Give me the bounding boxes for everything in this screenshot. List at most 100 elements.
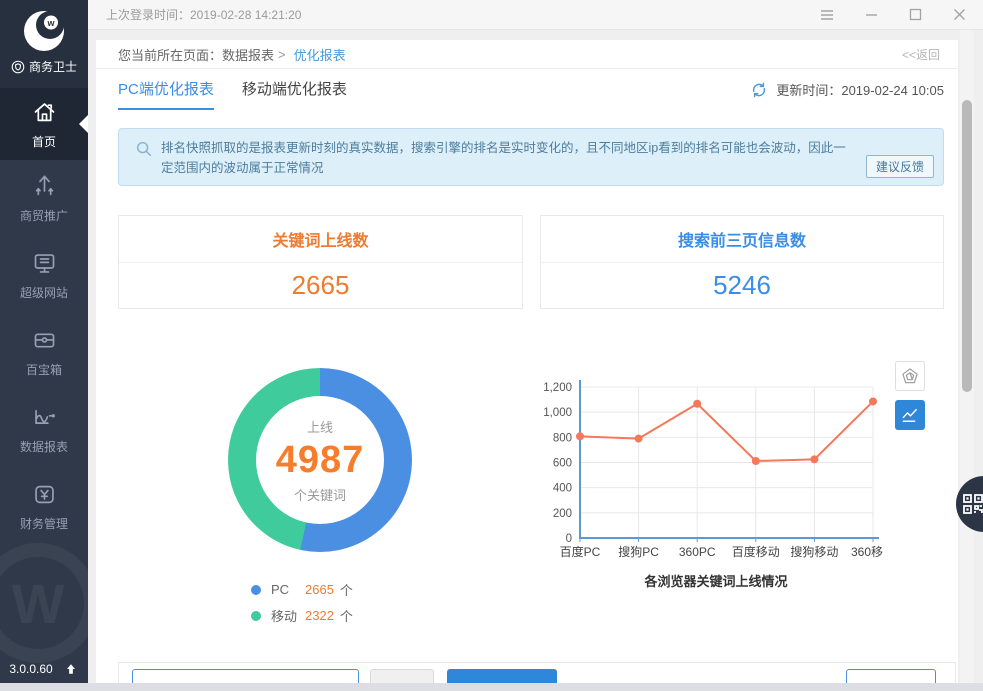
content-panel: 您当前所在页面：数据报表 > 优化报表 <<返回 PC端优化报表 移动端优化报表… [96, 40, 958, 683]
last-login-label: 上次登录时间：2019-02-28 14:21:20 [106, 6, 301, 23]
legend-item-pc[interactable]: PC 2665 个 [251, 580, 353, 599]
legend-value: 2665 [305, 582, 334, 597]
notice-text: 排名快照抓取的是报表更新时刻的真实数据，搜索引擎的排名是实时变化的，且不同地区i… [161, 138, 855, 176]
legend-dot-pc [251, 585, 261, 595]
line-chart-title: 各浏览器关键词上线情况 [566, 571, 866, 590]
upgrade-arrow-icon[interactable] [63, 661, 79, 677]
svg-text:400: 400 [553, 483, 572, 495]
tab-pc-report[interactable]: PC端优化报表 [118, 78, 214, 110]
breadcrumb-section: 数据报表 [222, 45, 274, 64]
sidebar-item-finance[interactable]: 财务管理 [0, 468, 88, 545]
svg-text:百度PC: 百度PC [560, 544, 601, 559]
tabs-bar: PC端优化报表 移动端优化报表 更新时间：2019-02-24 10:05 [96, 78, 958, 114]
report-chart-icon [31, 404, 58, 431]
update-time-label: 更新时间：2019-02-24 10:05 [776, 80, 944, 99]
sidebar-item-home[interactable]: 首页 [0, 88, 88, 160]
brand-watermark: W [0, 543, 88, 663]
keyword-search-input[interactable] [132, 669, 359, 683]
vertical-scrollbar-thumb[interactable] [962, 100, 972, 392]
sidebar: w 商务卫士 首页 [0, 0, 88, 683]
search-button[interactable] [447, 669, 557, 683]
sidebar-item-label: 首页 [32, 133, 56, 150]
svg-text:百度移动: 百度移动 [732, 544, 780, 559]
stat-card-value: 5246 [541, 263, 943, 308]
svg-text:800: 800 [553, 432, 572, 444]
version-label: 3.0.0.60 [9, 662, 52, 676]
breadcrumb-prefix: 您当前所在页面： [118, 45, 222, 64]
stat-card-top3-info: 搜索前三页信息数 5246 [540, 215, 944, 309]
donut-center: 上线 4987 个关键词 [256, 396, 384, 524]
stat-card-title: 关键词上线数 [119, 216, 522, 263]
maximize-icon[interactable] [907, 7, 923, 23]
svg-text:w: w [46, 18, 55, 28]
sidebar-item-label: 商贸推广 [20, 207, 68, 224]
update-time-row: 更新时间：2019-02-24 10:05 [750, 80, 944, 99]
stat-card-keywords-online: 关键词上线数 2665 [118, 215, 523, 309]
sidebar-nav: 首页 商贸推广 超级网站 百宝箱 [0, 88, 88, 545]
app-window: w 商务卫士 首页 [0, 0, 983, 691]
sidebar-item-toolbox[interactable]: 百宝箱 [0, 314, 88, 391]
refresh-icon[interactable] [750, 81, 768, 99]
reset-button[interactable] [370, 669, 434, 683]
donut-chart: 上线 4987 个关键词 [228, 368, 412, 552]
svg-text:搜狗移动: 搜狗移动 [790, 544, 838, 559]
save-image-button[interactable] [895, 361, 925, 391]
svg-text:0: 0 [566, 533, 572, 545]
donut-label-top: 上线 [307, 417, 333, 436]
svg-text:360移动: 360移动 [851, 545, 883, 559]
line-chart: 02004006008001,0001,200百度PC搜狗PC360PC百度移动… [528, 375, 883, 560]
legend-unit: 个 [340, 580, 353, 599]
bottom-section-card [118, 662, 956, 683]
line-chart-mode-button[interactable] [895, 400, 925, 430]
toolbox-icon [31, 327, 58, 354]
svg-text:200: 200 [553, 508, 572, 520]
sidebar-item-reports[interactable]: 数据报表 [0, 391, 88, 468]
menu-icon[interactable] [819, 7, 835, 23]
back-link[interactable]: <<返回 [902, 46, 940, 63]
active-item-notch [79, 115, 88, 133]
breadcrumb-separator: > [278, 47, 286, 62]
stat-card-title: 搜索前三页信息数 [541, 216, 943, 263]
titlebar: 上次登录时间：2019-02-28 14:21:20 [88, 0, 983, 30]
notice-banner: 排名快照抓取的是报表更新时刻的真实数据，搜索引擎的排名是实时变化的，且不同地区i… [118, 128, 944, 186]
promotion-arrows-icon [31, 173, 58, 200]
close-icon[interactable] [951, 7, 967, 23]
sidebar-item-label: 数据报表 [20, 438, 68, 455]
sidebar-item-website[interactable]: 超级网站 [0, 237, 88, 314]
sidebar-item-promotion[interactable]: 商贸推广 [0, 160, 88, 237]
brand-name: 商务卫士 [29, 58, 77, 75]
donut-legend: PC 2665 个 移动 2322 个 [251, 580, 353, 625]
brand-logo-icon: w [21, 8, 67, 54]
shield-badge-icon [11, 60, 25, 74]
brand-name-row: 商务卫士 [11, 58, 77, 75]
tab-mobile-report[interactable]: 移动端优化报表 [242, 78, 347, 108]
vertical-scrollbar-track [960, 30, 974, 683]
minimize-icon[interactable] [863, 7, 879, 23]
outline-action-button[interactable] [846, 669, 936, 683]
line-chart-toggle-icon [900, 405, 920, 425]
sidebar-item-label: 财务管理 [20, 515, 68, 532]
window-controls [819, 7, 967, 23]
qr-code-icon [961, 492, 983, 516]
save-image-icon [900, 366, 920, 386]
breadcrumb-current: 优化报表 [294, 45, 346, 64]
logo-block: w 商务卫士 [0, 0, 88, 88]
version-row: 3.0.0.60 [0, 661, 88, 677]
monitor-icon [31, 250, 58, 277]
legend-name: 移动 [271, 606, 305, 625]
legend-name: PC [271, 582, 305, 597]
svg-text:600: 600 [553, 458, 572, 470]
svg-text:1,200: 1,200 [543, 382, 572, 394]
horizontal-scrollbar[interactable] [0, 683, 983, 691]
main-area: 您当前所在页面：数据报表 > 优化报表 <<返回 PC端优化报表 移动端优化报表… [88, 30, 983, 683]
legend-item-mobile[interactable]: 移动 2322 个 [251, 606, 353, 625]
svg-text:搜狗PC: 搜狗PC [618, 544, 659, 559]
finance-yuan-icon [31, 481, 58, 508]
legend-dot-mobile [251, 611, 261, 621]
feedback-button[interactable]: 建议反馈 [866, 155, 934, 178]
stat-card-value: 2665 [119, 263, 522, 308]
donut-label-bottom: 个关键词 [294, 485, 346, 504]
sidebar-item-label: 百宝箱 [26, 361, 62, 378]
donut-total-value: 4987 [276, 439, 365, 482]
search-icon [135, 140, 161, 176]
